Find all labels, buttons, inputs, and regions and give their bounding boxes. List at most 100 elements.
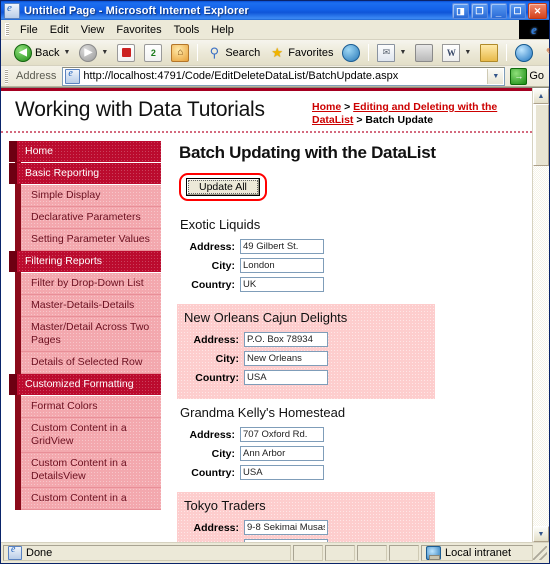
security-zone-label: Local intranet [445,547,512,559]
forward-dropdown-icon[interactable]: ▼ [101,49,108,56]
sidebar-item-details-of-selected-row[interactable]: Details of Selected Row [21,352,161,374]
restore-group-button[interactable]: ◨ [452,3,469,19]
scroll-down-button[interactable]: ▼ [533,526,549,542]
sidebar-item-customized-formatting[interactable]: Customized Formatting [9,374,161,395]
globe-icon [515,43,534,62]
address-label: Address: [193,521,239,534]
country-label: Country: [191,278,235,291]
city-input[interactable] [244,539,328,542]
status-bar: Done Local intranet [1,542,549,563]
search-button[interactable]: ⚲ Search [202,42,264,64]
datalist-item: Exotic Liquids Address: City: Country: [179,211,522,304]
address-input[interactable] [240,427,324,442]
datalist-item: Grandma Kelly's Homestead Address: City:… [179,399,522,492]
update-all-button[interactable]: Update All [186,178,260,196]
stop-button[interactable] [113,41,139,65]
country-input[interactable] [240,465,324,480]
globe-button[interactable] [511,41,537,65]
address-input[interactable] [244,332,328,347]
shade-button[interactable]: ❐ [471,3,488,19]
scrollbar-thumb[interactable] [533,104,549,166]
city-field-row: City: [179,446,522,461]
sidebar-item-custom-content-gridview[interactable]: Custom Content in a GridView [21,418,161,453]
sidebar-nav: Home Basic Reporting Simple Display Decl… [9,141,161,510]
sidebar-item-setting-parameter-values[interactable]: Setting Parameter Values [21,229,161,251]
country-input[interactable] [240,277,324,292]
city-input[interactable] [240,446,324,461]
sidebar-item-master-details-details[interactable]: Master-Details-Details [21,295,161,317]
site-title: Working with Data Tutorials [15,98,265,121]
favorites-button[interactable]: ★ Favorites [265,42,337,64]
favorites-label: Favorites [288,46,334,59]
datalist-item: Tokyo Traders Address: City: Country: [177,492,435,542]
address-field-row: Address: [183,520,427,535]
status-page-icon [8,544,22,560]
sidebar-item-filter-by-dropdown-list[interactable]: Filter by Drop-Down List [21,273,161,295]
breadcrumb-current: Batch Update [365,114,434,126]
city-input[interactable] [244,351,328,366]
menu-help[interactable]: Help [205,22,240,38]
minimize-button[interactable]: _ [490,3,507,19]
sidebar-item-custom-content-partial[interactable]: Custom Content in a [21,488,161,510]
address-input[interactable] [240,239,324,254]
ie-document-icon [4,2,20,19]
sidebar-item-declarative-parameters[interactable]: Declarative Parameters [21,207,161,229]
address-dropdown-icon[interactable]: ▼ [487,68,504,84]
address-bar: Address http://localhost:4791/Code/EditD… [1,66,549,87]
mail-dropdown-icon[interactable]: ▼ [399,49,406,56]
city-label: City: [211,259,235,272]
pen-button[interactable]: ✎ [538,42,550,64]
breadcrumb-separator-1: > [341,101,354,113]
home-button[interactable]: ⌂ [167,41,193,65]
menu-file[interactable]: File [14,22,44,38]
browser-window: Untitled Page - Microsoft Internet Explo… [0,0,550,564]
sidebar-item-master-detail-across-two-pages[interactable]: Master/Detail Across Two Pages [21,317,161,352]
resize-grip[interactable] [533,546,547,560]
maximize-button[interactable]: ☐ [509,3,526,19]
status-done-label: Done [26,547,53,559]
city-label: City: [211,447,235,460]
scrollbar-track[interactable] [533,104,549,526]
country-input[interactable] [244,370,328,385]
messenger-button[interactable] [476,41,502,65]
sidebar-item-basic-reporting[interactable]: Basic Reporting [9,163,161,184]
main-content: Batch Updating with the DataList Update … [161,133,532,542]
address-field-row: Address: [179,239,522,254]
back-button[interactable]: ◀ Back ▼ [10,41,74,65]
sidebar-item-custom-content-detailsview[interactable]: Custom Content in a DetailsView [21,453,161,488]
menu-view[interactable]: View [75,22,111,38]
menu-edit[interactable]: Edit [44,22,75,38]
forward-button[interactable]: ▶ ▼ [75,41,112,65]
ie-logo: e [519,20,549,39]
menu-tools[interactable]: Tools [168,22,206,38]
security-zone[interactable]: Local intranet [421,545,533,561]
address-input[interactable] [244,520,328,535]
address-grip-handle[interactable] [5,68,8,84]
print-button[interactable] [411,41,437,65]
go-button[interactable]: → Go [508,67,549,85]
word-dropdown-icon[interactable]: ▼ [464,49,471,56]
page-scrollbar[interactable]: ▲ ▼ [532,88,549,542]
country-label: Country: [195,371,239,384]
menu-favorites[interactable]: Favorites [110,22,167,38]
breadcrumb-home-link[interactable]: Home [312,101,341,113]
status-cell-2 [325,545,355,561]
intranet-zone-icon [426,546,441,560]
sidebar-item-filtering-reports[interactable]: Filtering Reports [9,251,161,272]
sidebar-item-home[interactable]: Home [9,141,161,162]
city-input[interactable] [240,258,324,273]
menu-grip-handle[interactable] [5,23,9,36]
item-title: Tokyo Traders [184,498,266,513]
history-button[interactable] [338,41,364,65]
mail-button[interactable]: ✉ ▼ [373,41,410,65]
refresh-button[interactable]: 2 [140,41,166,65]
city-label: City: [215,352,239,365]
address-input[interactable]: http://localhost:4791/Code/EditDeleteDat… [62,66,506,86]
sidebar-item-format-colors[interactable]: Format Colors [21,396,161,418]
close-button[interactable]: ✕ [528,3,547,19]
edit-word-button[interactable]: W ▼ [438,41,475,65]
scroll-up-button[interactable]: ▲ [533,88,549,104]
back-dropdown-icon[interactable]: ▼ [63,49,70,56]
sidebar-item-simple-display[interactable]: Simple Display [21,185,161,207]
site-header: Working with Data Tutorials Home > Editi… [1,91,532,133]
